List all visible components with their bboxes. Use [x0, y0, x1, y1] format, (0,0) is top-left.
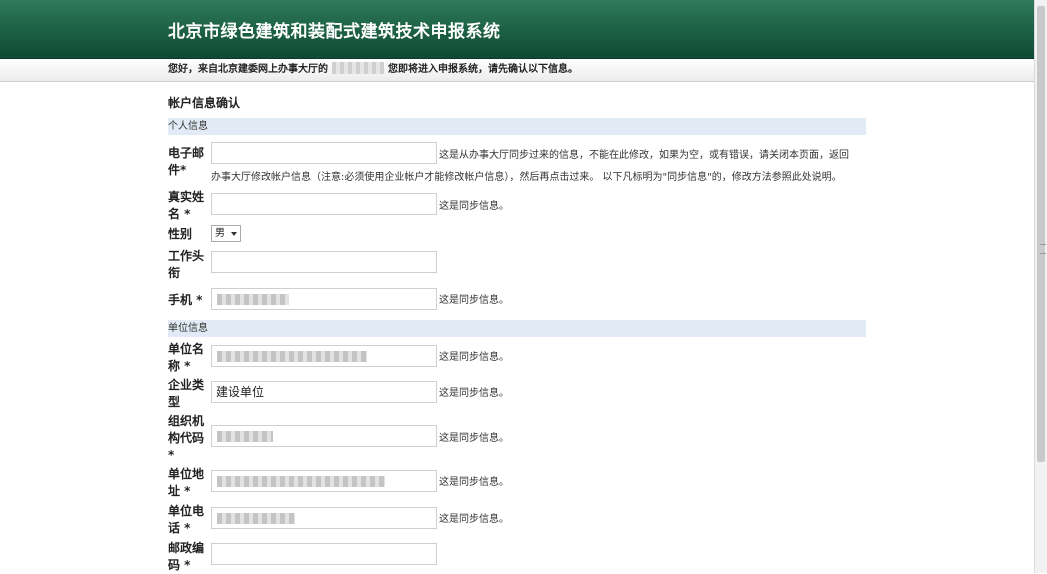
gender-select[interactable]: 男 [211, 225, 241, 242]
orgcode-label: 组织机构代码 * [168, 414, 205, 462]
email-field[interactable] [211, 142, 437, 164]
address-field[interactable] [211, 470, 437, 492]
realname-label: 真实姓名 * [168, 190, 205, 221]
welcome-suffix: 您即将进入申报系统，请先确认以下信息。 [388, 64, 578, 75]
redacted-company-name [217, 351, 367, 362]
company-name-note: 这是同步信息。 [439, 352, 509, 363]
email-label: 电子邮件* [168, 146, 205, 177]
redacted-username [332, 62, 384, 74]
tel-label: 单位电话 * [168, 504, 205, 535]
email-note-line1: 这是从办事大厅同步过来的信息，不能在此修改，如果为空，或有错误，请关闭本页面，返… [439, 150, 849, 161]
phone-note: 这是同步信息。 [439, 295, 509, 306]
gender-label: 性别 [168, 227, 193, 241]
company-name-field[interactable] [211, 345, 437, 367]
chevron-down-icon [231, 232, 237, 236]
tel-field[interactable] [211, 507, 437, 529]
scrollbar-thumb[interactable] [1037, 6, 1046, 462]
company-type-field[interactable]: 建设单位 [211, 381, 437, 403]
section-title: 帐户信息确认 [168, 96, 241, 110]
welcome-message: 您好，来自北京建委网上办事大厅的 您即将进入申报系统，请先确认以下信息。 [168, 59, 578, 81]
postcode-field[interactable] [211, 543, 437, 565]
phone-label: 手机 * [168, 293, 203, 307]
tel-note: 这是同步信息。 [439, 514, 509, 525]
redacted-tel [217, 513, 295, 524]
header-bar: 北京市绿色建筑和装配式建筑技术申报系统 [0, 0, 1035, 59]
orgcode-field[interactable] [211, 425, 437, 447]
gender-value: 男 [215, 228, 225, 239]
redacted-phone [217, 294, 289, 305]
company-info-header: 单位信息 [168, 320, 866, 337]
postcode-label: 邮政编码 * [168, 541, 205, 572]
app-title: 北京市绿色建筑和装配式建筑技术申报系统 [168, 22, 501, 42]
company-type-label: 企业类型 [168, 378, 205, 409]
realname-note: 这是同步信息。 [439, 201, 509, 212]
phone-field[interactable] [211, 288, 437, 310]
scrollbar-grip-icon [1040, 244, 1046, 254]
vertical-scrollbar[interactable] [1034, 0, 1047, 573]
welcome-prefix: 您好，来自北京建委网上办事大厅的 [168, 64, 328, 75]
address-label: 单位地址 * [168, 467, 205, 498]
redacted-orgcode [217, 431, 273, 442]
address-note: 这是同步信息。 [439, 477, 509, 488]
redacted-address [217, 476, 385, 487]
personal-info-header: 个人信息 [168, 118, 866, 135]
email-note-line2: 办事大厅修改帐户信息（注意:必须使用企业帐户才能修改帐户信息），然后再点击过来。… [211, 172, 842, 183]
realname-field[interactable] [211, 193, 437, 215]
title-field[interactable] [211, 251, 437, 273]
company-name-label: 单位名称 * [168, 342, 205, 373]
welcome-bar: 您好，来自北京建委网上办事大厅的 您即将进入申报系统，请先确认以下信息。 [0, 59, 1035, 82]
title-label: 工作头衔 [168, 249, 205, 280]
company-type-note: 这是同步信息。 [439, 388, 509, 399]
orgcode-note: 这是同步信息。 [439, 433, 509, 444]
